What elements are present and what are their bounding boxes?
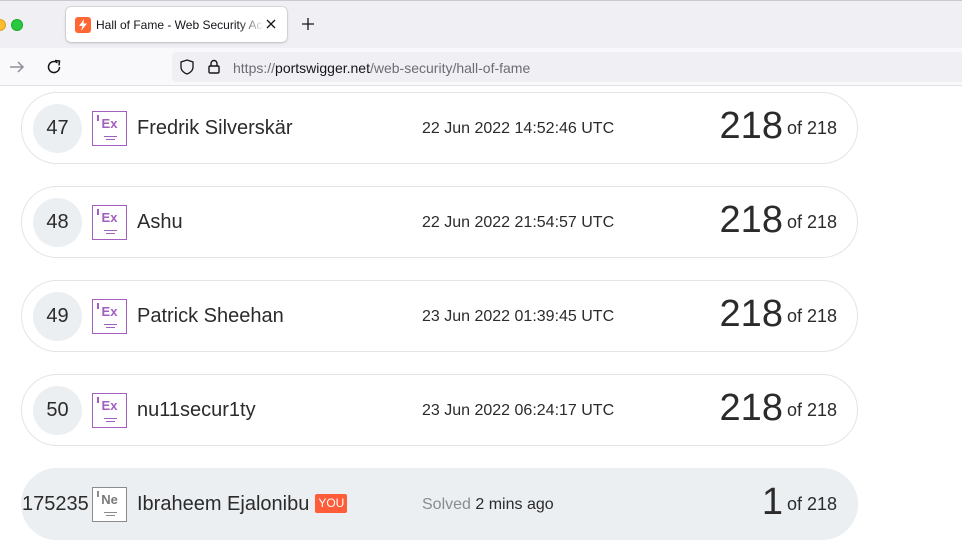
user-name: nu11secur1ty [137,399,256,421]
level-code: Ex [101,304,118,319]
novice-level-badge-icon: Ne [92,487,127,522]
navigation-toolbar: https://portswigger.net/web-security/hal… [0,48,962,86]
address-bar[interactable]: https://portswigger.net/web-security/hal… [172,52,962,82]
hall-of-fame-list: 47 Ex Fredrik Silverskär 22 Jun 2022 14:… [0,86,962,556]
new-tab-icon[interactable] [301,17,315,31]
browser-tab-active[interactable]: Hall of Fame - Web Security Academy [66,7,287,42]
lock-icon[interactable] [208,59,220,74]
level-code: Ne [101,492,118,507]
reload-icon[interactable] [46,59,62,75]
score-total: of 218 [786,118,837,138]
user-name: Ibraheem Ejalonibu [137,493,310,515]
leaderboard-row: 48 Ex Ashu 22 Jun 2022 21:54:57 UTC 218 o… [21,186,858,258]
score-total: of 218 [786,400,837,420]
leaderboard-row: 50 Ex nu11secur1ty 23 Jun 2022 06:24:17 … [21,374,858,446]
tab-strip: Hall of Fame - Web Security Academy [0,0,962,48]
completion-date: 23 Jun 2022 06:24:17 UTC [422,402,615,419]
leaderboard-row: 49 Ex Patrick Sheehan 23 Jun 2022 01:39:… [21,280,858,352]
close-tab-icon[interactable] [265,18,277,30]
expert-level-badge-icon: Ex [92,205,127,240]
user-name: Fredrik Silverskär [137,117,293,139]
score: 1 of 218 [762,481,837,524]
score-value: 1 [761,481,783,523]
solved-status: Solved 2 mins ago [422,496,554,514]
score: 218 of 218 [720,199,837,242]
score-total: of 218 [786,212,837,232]
current-user-rank: 175235 [22,493,89,515]
completion-date: 23 Jun 2022 01:39:45 UTC [422,308,615,325]
score: 218 of 218 [720,387,837,430]
expert-level-badge-icon: Ex [92,111,127,146]
url-scheme: https:// [233,60,276,76]
portswigger-favicon-icon [75,17,91,33]
score-value: 218 [719,199,783,241]
current-user-row: 175235 Ne Ibraheem Ejalonibu YOU Solved 2… [21,468,858,540]
completion-date: 22 Jun 2022 14:52:46 UTC [422,120,615,137]
url-host: portswigger.net [275,60,370,76]
score-value: 218 [719,293,783,335]
you-badge: YOU [315,494,348,513]
score-total: of 218 [786,494,837,514]
score-value: 218 [719,105,783,147]
score-total: of 218 [786,306,837,326]
score: 218 of 218 [720,293,837,336]
expert-level-badge-icon: Ex [92,393,127,428]
tab-title: Hall of Fame - Web Security Academy [96,18,264,32]
rank-circle: 49 [33,292,82,341]
expert-level-badge-icon: Ex [92,299,127,334]
tracking-protection-shield-icon[interactable] [180,59,194,75]
minimize-window-button[interactable] [0,19,6,31]
rank-circle: 48 [33,198,82,247]
solved-label: Solved [422,496,471,513]
completion-date: 22 Jun 2022 21:54:57 UTC [422,214,615,231]
solved-time: 2 mins ago [475,496,554,513]
level-code: Ex [101,398,118,413]
forward-arrow-icon[interactable] [9,60,25,74]
user-name: Patrick Sheehan [137,305,284,327]
rank-circle: 47 [33,104,82,153]
score-value: 218 [719,387,783,429]
url-text[interactable]: https://portswigger.net/web-security/hal… [233,60,530,76]
user-name: Ashu [137,211,183,233]
zoom-window-button[interactable] [11,19,23,31]
score: 218 of 218 [720,105,837,148]
leaderboard-row: 47 Ex Fredrik Silverskär 22 Jun 2022 14:… [21,92,858,164]
current-user-name-wrapper: Ibraheem Ejalonibu YOU [137,493,348,516]
url-path: /web-security/hall-of-fame [369,60,531,76]
level-code: Ex [101,210,118,225]
level-code: Ex [101,116,118,131]
rank-circle: 50 [33,386,82,435]
